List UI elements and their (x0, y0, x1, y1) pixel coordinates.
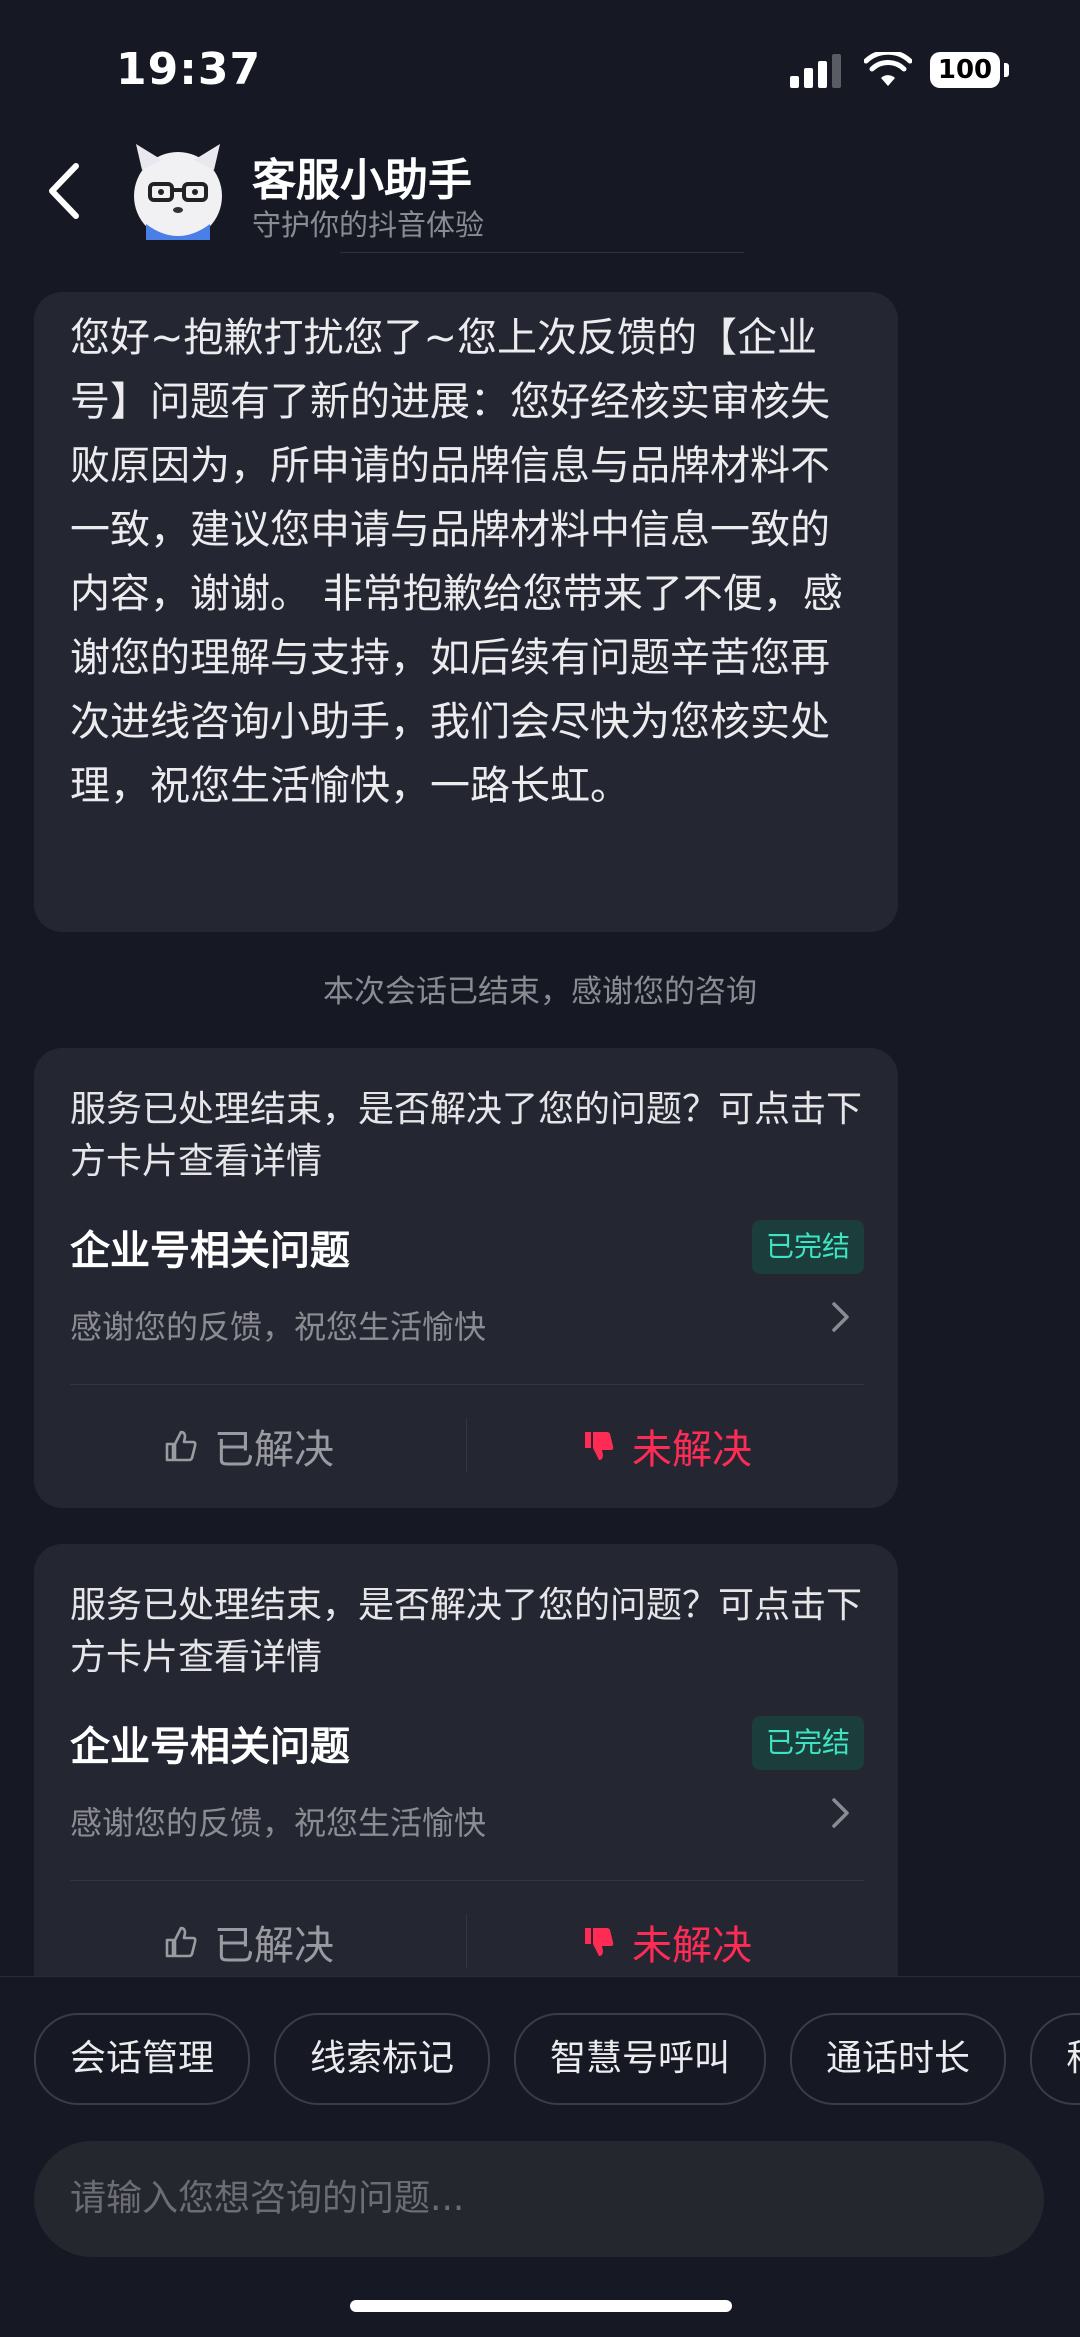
card-prompt: 服务已处理结束，是否解决了您的问题？可点击下方卡片查看详情 (70, 1089, 863, 1182)
service-card[interactable]: 服务已处理结束，是否解决了您的问题？可点击下方卡片查看详情 企业号相关问题 已完… (34, 1544, 898, 2004)
header-divider (340, 252, 744, 253)
wifi-icon (864, 52, 912, 86)
unresolved-label: 未解决 (632, 1923, 752, 1969)
unresolved-label: 未解决 (632, 1427, 752, 1473)
service-card[interactable]: 服务已处理结束，是否解决了您的问题？可点击下方卡片查看详情 企业号相关问题 已完… (34, 1048, 898, 1508)
battery-level: 100 (937, 55, 993, 85)
thumbs-down-icon (585, 1432, 614, 1460)
unresolved-button[interactable]: 未解决 (582, 1914, 752, 1970)
card-topic[interactable]: 企业号相关问题 (70, 1218, 350, 1276)
cellular-signal-icon (790, 54, 842, 88)
thumbs-up-icon (165, 1430, 197, 1462)
status-time: 19:37 (116, 44, 262, 95)
question-input[interactable]: 请输入您想咨询的问题... (34, 2141, 1044, 2257)
unresolved-button[interactable]: 未解决 (582, 1418, 752, 1474)
battery-icon: 100 (930, 52, 1000, 88)
resolved-button[interactable]: 已解决 (164, 1914, 334, 1970)
status-badge: 已完结 (751, 1220, 864, 1274)
status-badge: 已完结 (751, 1716, 864, 1770)
thumbs-up-icon (165, 1926, 197, 1958)
bottom-panel: 会话管理 线索标记 智慧号呼叫 通话时长 称 请输入您想咨询的问题... (0, 1976, 1080, 2337)
header-subtitle: 守护你的抖音体验 (252, 208, 485, 242)
button-divider (466, 1914, 467, 1968)
card-divider (70, 1880, 864, 1881)
session-end-notice: 本次会话已结束，感谢您的咨询 (323, 974, 757, 1010)
home-indicator[interactable] (350, 2300, 732, 2312)
chip-session-management[interactable]: 会话管理 (34, 2013, 251, 2105)
chip-more[interactable]: 称 (1030, 2013, 1080, 2105)
quick-action-bar: 会话管理 线索标记 智慧号呼叫 通话时长 称 (34, 2013, 1080, 2105)
chip-lead-marking[interactable]: 线索标记 (274, 2013, 491, 2105)
card-detail[interactable]: 感谢您的反馈，祝您生活愉快 (70, 1798, 486, 1844)
chevron-right-icon[interactable] (830, 1298, 852, 1336)
back-arrow-icon[interactable] (40, 158, 90, 224)
chip-call-duration[interactable]: 通话时长 (790, 2013, 1007, 2105)
card-divider (70, 1384, 864, 1385)
card-topic[interactable]: 企业号相关问题 (70, 1714, 350, 1772)
header-title: 客服小助手 (252, 155, 472, 206)
chip-smart-call[interactable]: 智慧号呼叫 (514, 2013, 767, 2105)
resolved-button[interactable]: 已解决 (164, 1418, 334, 1474)
message-text: 您好~抱歉打扰您了~您上次反馈的【企业号】问题有了新的进展：您好经核实审核失败原… (70, 315, 843, 809)
resolved-label: 已解决 (214, 1923, 334, 1969)
chevron-right-icon[interactable] (830, 1794, 852, 1832)
card-prompt: 服务已处理结束，是否解决了您的问题？可点击下方卡片查看详情 (70, 1585, 863, 1678)
chat-screen: 19:37 100 客服小助手 守护你的抖音体验 您好~抱歉打扰您了~您上次反馈… (0, 0, 1080, 2337)
card-detail[interactable]: 感谢您的反馈，祝您生活愉快 (70, 1302, 486, 1348)
message-bubble: 您好~抱歉打扰您了~您上次反馈的【企业号】问题有了新的进展：您好经核实审核失败原… (34, 292, 898, 932)
button-divider (466, 1418, 467, 1472)
resolved-label: 已解决 (214, 1427, 334, 1473)
thumbs-down-icon (585, 1928, 614, 1956)
assistant-avatar[interactable] (128, 140, 228, 244)
battery-nub (1004, 63, 1009, 77)
